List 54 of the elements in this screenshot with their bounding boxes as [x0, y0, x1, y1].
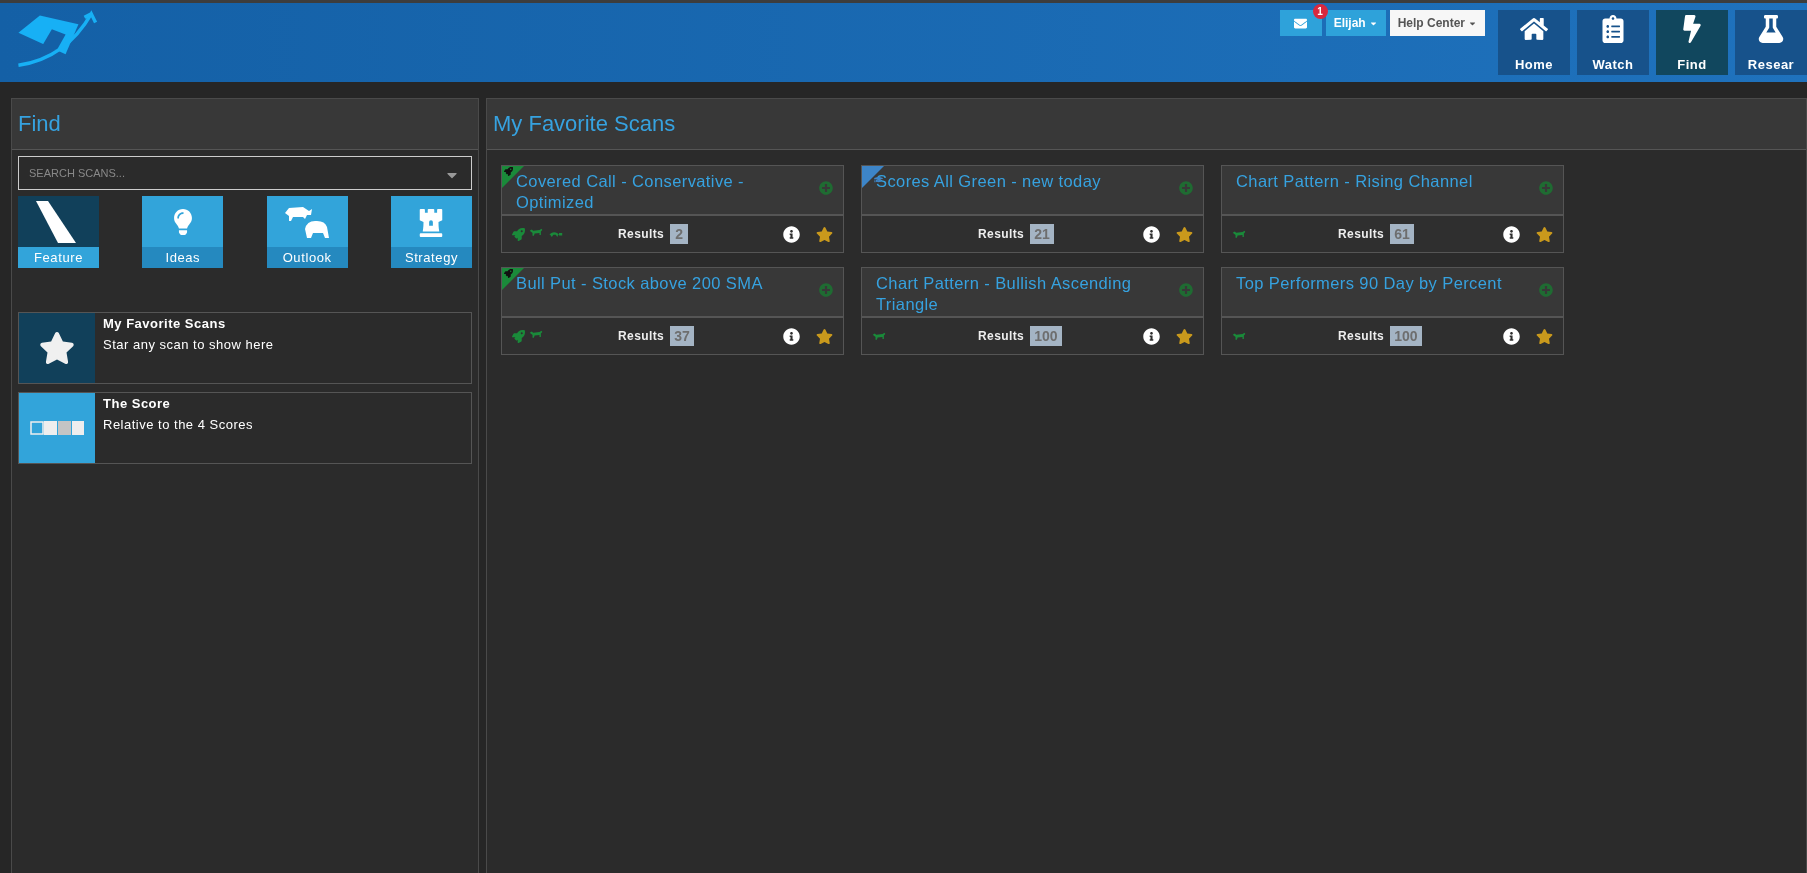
star-icon[interactable] [1176, 327, 1193, 345]
category-tile[interactable]: Outlook [266, 196, 348, 268]
rocket-icon [512, 329, 525, 343]
results-count: 21 [1030, 224, 1054, 244]
star-icon[interactable] [816, 225, 833, 243]
panel-title: My Favorite Scans [487, 99, 1806, 150]
nav-tab[interactable]: Home [1498, 10, 1570, 75]
home-icon [1520, 15, 1548, 43]
bull-icon [872, 331, 886, 341]
star-icon[interactable] [1176, 225, 1193, 243]
results-count: 37 [670, 326, 694, 346]
star-icon[interactable] [1536, 327, 1553, 345]
info-icon[interactable] [1143, 225, 1160, 243]
category-tile[interactable]: Strategy [391, 196, 472, 268]
bull-icon [1232, 229, 1246, 239]
nav-tab[interactable]: Find [1656, 10, 1728, 75]
nav-tab[interactable]: Watch [1577, 10, 1649, 75]
flask-icon [1757, 15, 1785, 43]
results-count: 61 [1390, 224, 1414, 244]
star-icon[interactable] [1536, 225, 1553, 243]
results-label: Results [1338, 227, 1385, 241]
rocket-icon [512, 227, 525, 241]
results-count: 100 [1390, 326, 1422, 346]
scan-list-item[interactable]: My Favorite Scans Star any scan to show here [18, 312, 472, 384]
help-center-menu[interactable]: Help Center [1389, 10, 1485, 36]
search-field[interactable]: SEARCH SCANS... [18, 156, 472, 190]
info-icon[interactable] [1503, 327, 1520, 345]
results-label: Results [1338, 329, 1385, 343]
category-tile[interactable]: Ideas [142, 196, 224, 268]
category-tile[interactable]: Feature [18, 196, 99, 268]
bull-icon [529, 227, 543, 236]
bull-icon [1232, 331, 1246, 341]
user-menu[interactable]: Elijah [1325, 10, 1386, 36]
results-count: 2 [670, 224, 689, 244]
star-icon [39, 330, 75, 366]
scan-list-item[interactable]: The Score Relative to the 4 Scores [18, 392, 472, 464]
info-icon[interactable] [783, 327, 800, 345]
nav-tab[interactable]: Resear [1735, 10, 1807, 75]
info-icon[interactable] [1503, 225, 1520, 243]
bull-and-bear-icon [283, 204, 332, 239]
rocket-icon [504, 269, 513, 278]
score-squares-icon [30, 421, 84, 435]
results-count: 100 [1030, 326, 1062, 346]
rocket-icon [504, 167, 513, 176]
bull-icon [529, 329, 543, 338]
results-label: Results [978, 329, 1025, 343]
star-icon[interactable] [816, 327, 833, 345]
info-icon[interactable] [783, 225, 800, 243]
results-label: Results [618, 329, 665, 343]
results-label: Results [618, 227, 665, 241]
info-icon[interactable] [1143, 327, 1160, 345]
panel-title: Find [12, 99, 478, 150]
results-label: Results [978, 227, 1025, 241]
mail-icon [1294, 16, 1308, 30]
